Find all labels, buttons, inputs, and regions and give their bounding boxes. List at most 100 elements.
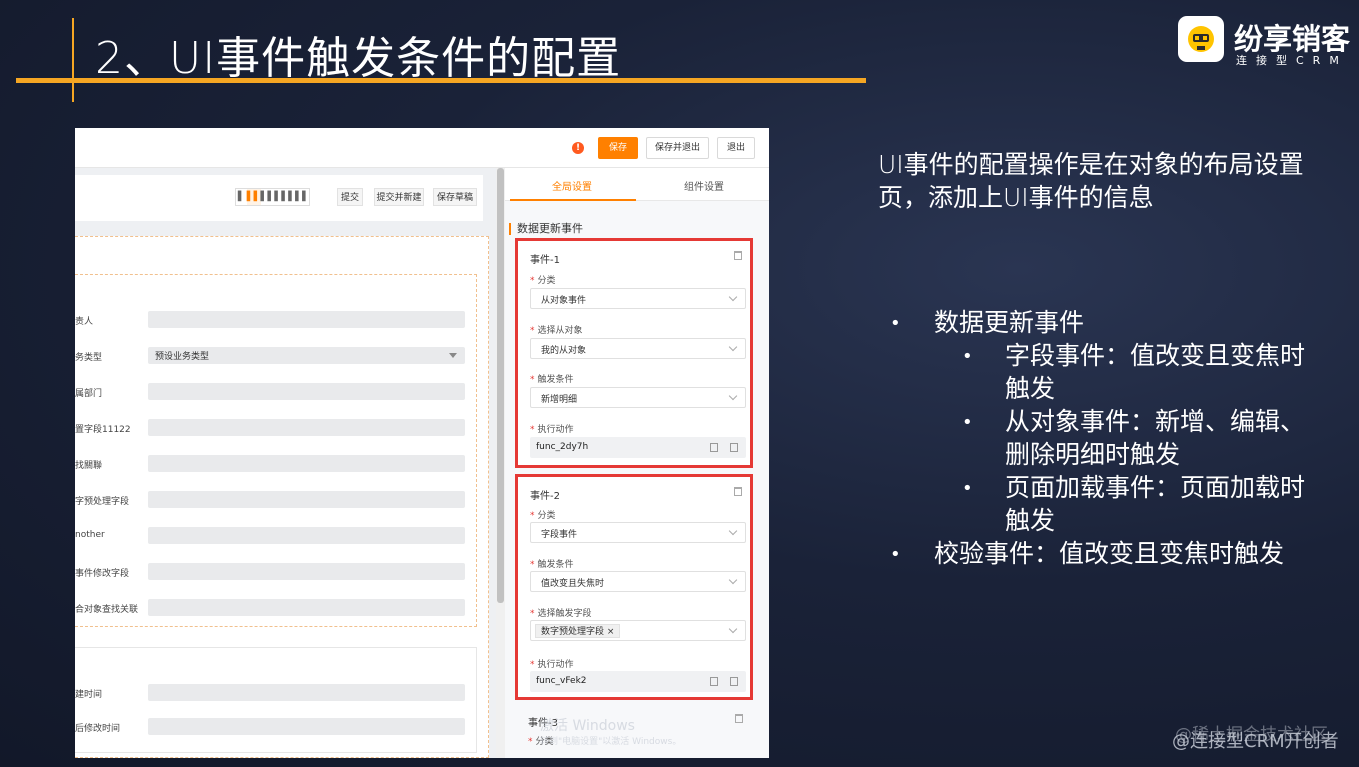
field-label: 务类型 — [75, 353, 103, 363]
bullet-dot: • — [962, 346, 973, 367]
tab-component-settings[interactable]: 组件设置 — [684, 178, 724, 193]
field-input[interactable] — [148, 563, 465, 580]
field-input[interactable] — [148, 383, 465, 400]
category-select[interactable]: 从对象事件 — [530, 288, 746, 309]
three-column-option[interactable]: ▌▌▌ — [261, 189, 282, 205]
delete-icon[interactable] — [735, 714, 743, 723]
tab-global-settings[interactable]: 全局设置 — [552, 178, 592, 193]
form-field[interactable]: 字预处理字段 — [75, 491, 475, 511]
field-label: * 分类 — [530, 511, 556, 521]
form-field[interactable]: nother — [75, 527, 475, 547]
form-field[interactable]: 找關聯 — [75, 455, 475, 475]
action-field[interactable]: func_2dy7h — [530, 437, 746, 458]
dropdown-caret-icon — [449, 353, 457, 358]
delete-icon[interactable] — [730, 443, 738, 452]
submit-preview-button[interactable]: 提交 — [337, 188, 363, 206]
windows-activation-hint: 转到"电脑设置"以激活 Windows。 — [540, 737, 682, 747]
field-value: 预设业务类型 — [155, 352, 210, 362]
delete-icon[interactable] — [734, 251, 742, 260]
chevron-down-icon — [728, 624, 738, 634]
draft-preview-button[interactable]: 保存草稿 — [433, 188, 477, 206]
bullet-field-event-line1: 字段事件：值改变且变焦时 — [1005, 341, 1306, 370]
field-label: * 执行动作 — [530, 425, 574, 435]
bullet-dot: • — [890, 313, 901, 334]
field-input[interactable] — [148, 311, 465, 328]
chevron-down-icon — [728, 526, 738, 536]
slide-title: 2、UI事件触发条件的配置 — [95, 33, 622, 84]
field-input[interactable] — [148, 491, 465, 508]
field-label: 属部门 — [75, 389, 103, 399]
platform-watermark: @稀土掘金技术社区 — [1175, 725, 1328, 745]
field-label: 建时间 — [75, 690, 103, 700]
field-label: * 选择从对象 — [530, 326, 583, 336]
title-underline — [16, 78, 866, 83]
column-layout-switcher[interactable]: ▌ ▌▌ ▌▌▌ ▌▌▌▌ — [235, 188, 310, 206]
bullet-page-load-line2: 触发 — [1005, 506, 1056, 535]
field-label: 找關聯 — [75, 461, 103, 471]
field-label: 事件修改字段 — [75, 569, 130, 579]
settings-panel: 全局设置 组件设置 数据更新事件 事件-1 * 分类 从对象事件 * 选择从对象 我… — [505, 168, 769, 758]
settings-tabs: 全局设置 组件设置 — [505, 168, 769, 201]
active-tab-indicator — [510, 199, 636, 201]
field-input[interactable] — [148, 419, 465, 436]
form-section-system: 建时间 后修改时间 — [75, 647, 477, 753]
field-input[interactable] — [148, 718, 465, 735]
scrollbar-thumb[interactable] — [497, 168, 504, 603]
four-column-option[interactable]: ▌▌▌▌ — [281, 189, 309, 205]
exit-button[interactable]: 退出 — [717, 137, 755, 159]
save-exit-button[interactable]: 保存并退出 — [646, 137, 709, 159]
field-label: * 执行动作 — [530, 660, 574, 670]
select-value: 新增明细 — [541, 395, 578, 405]
two-column-option[interactable]: ▌▌ — [246, 189, 261, 205]
chevron-down-icon — [728, 391, 738, 401]
brand-logo: 纷享销客 连接型CRM — [1178, 16, 1359, 67]
bullet-dot: • — [890, 544, 901, 565]
field-input[interactable] — [148, 527, 465, 544]
form-field[interactable]: 务类型 预设业务类型 — [75, 347, 475, 367]
bullet-detail-event-line2: 删除明细时触发 — [1005, 440, 1181, 469]
form-field[interactable]: 后修改时间 — [75, 718, 475, 738]
chevron-down-icon — [728, 342, 738, 352]
trigger-condition-select[interactable]: 新增明细 — [530, 387, 746, 408]
form-field[interactable]: 属部门 — [75, 383, 475, 403]
form-field[interactable]: 置字段11122 — [75, 419, 475, 439]
field-label: 责人 — [75, 317, 94, 327]
trigger-condition-select[interactable]: 值改变且失焦时 — [530, 571, 746, 592]
detail-object-select[interactable]: 我的从对象 — [530, 338, 746, 359]
delete-icon[interactable] — [734, 487, 742, 496]
delete-icon[interactable] — [730, 677, 738, 686]
selected-field-tag[interactable]: 数字预处理字段 × — [535, 624, 621, 638]
trigger-field-select[interactable]: 数字预处理字段 × — [530, 620, 746, 641]
save-button[interactable]: 保存 — [598, 137, 638, 159]
bullet-dot: • — [962, 478, 973, 499]
field-label: nother — [75, 530, 105, 540]
action-field[interactable]: func_vFek2 — [530, 671, 746, 692]
edit-icon[interactable] — [710, 443, 718, 452]
one-column-option[interactable]: ▌ — [236, 189, 247, 205]
field-label: 合对象查找关联 — [75, 605, 139, 615]
form-field[interactable]: 责人 — [75, 311, 475, 331]
field-input[interactable] — [148, 599, 465, 616]
form-preview: 责人 务类型 预设业务类型 属部门 置字段11122 找關聯 字预处理字段 no… — [75, 236, 489, 758]
field-input[interactable] — [148, 455, 465, 472]
canvas-scrollbar[interactable] — [496, 168, 505, 758]
action-value: func_vFek2 — [536, 676, 587, 686]
form-field[interactable]: 建时间 — [75, 684, 475, 704]
field-label: 字预处理字段 — [75, 497, 130, 507]
category-select[interactable]: 字段事件 — [530, 522, 746, 543]
bullet-page-load-line1: 页面加载事件：页面加载时 — [1005, 473, 1306, 502]
field-label: * 选择触发字段 — [530, 609, 592, 619]
bullet-data-update: 数据更新事件 — [934, 308, 1085, 337]
editor-topbar: ! 保存 保存并退出 退出 — [75, 128, 769, 168]
form-field[interactable]: 合对象查找关联 — [75, 599, 475, 619]
field-input[interactable] — [148, 684, 465, 701]
layout-editor-screenshot: ! 保存 保存并退出 退出 ▌ ▌▌ ▌▌▌ ▌▌▌▌ 提交 提交并新建 保存草… — [75, 128, 769, 758]
field-select[interactable]: 预设业务类型 — [148, 347, 465, 364]
form-field[interactable]: 事件修改字段 — [75, 563, 475, 583]
submit-new-preview-button[interactable]: 提交并新建 — [374, 188, 424, 206]
select-value: 字段事件 — [541, 530, 578, 540]
warning-icon[interactable]: ! — [572, 142, 584, 154]
edit-icon[interactable] — [710, 677, 718, 686]
section-title-data-update-events: 数据更新事件 — [509, 223, 583, 235]
event-card-2: 事件-2 * 分类 字段事件 * 触发条件 值改变且失焦时 * 选择触发字段 数字预处… — [515, 474, 753, 700]
